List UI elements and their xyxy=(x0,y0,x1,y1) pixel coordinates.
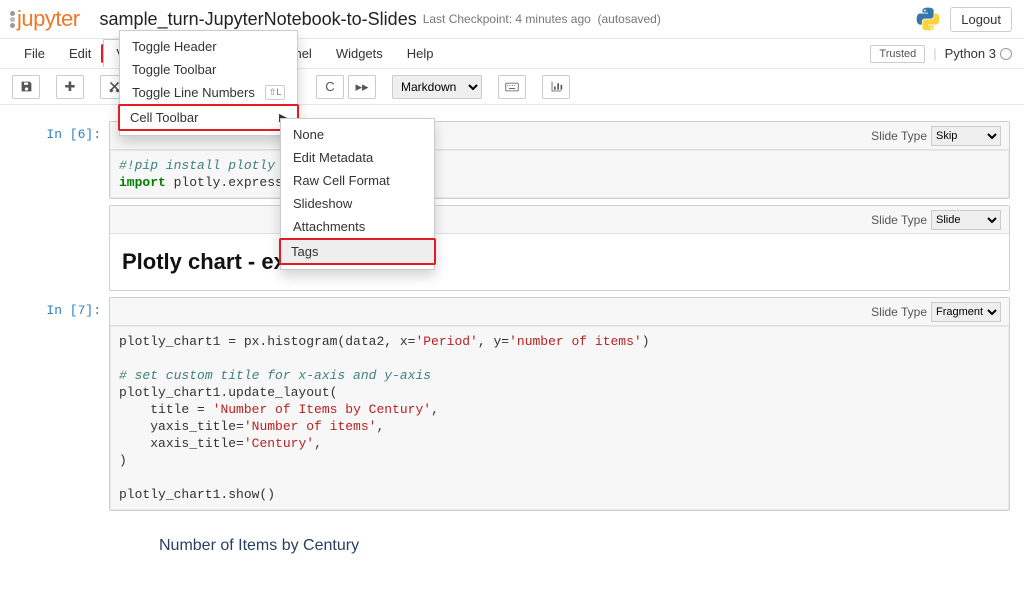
chart-icon xyxy=(550,80,563,93)
fastforward-icon: ▸▸ xyxy=(355,79,368,95)
menu-widgets[interactable]: Widgets xyxy=(324,40,395,67)
kernel-status-icon xyxy=(1000,48,1012,60)
cell-toolbar-submenu: None Edit Metadata Raw Cell Format Slide… xyxy=(280,118,435,270)
shortcut-key: ⇧L xyxy=(265,85,286,100)
trusted-badge[interactable]: Trusted xyxy=(870,45,925,63)
markdown-rendered: Plotly chart - ex xyxy=(110,234,1009,290)
logo-link[interactable]: jupyter xyxy=(5,6,90,32)
menu-toggle-toolbar[interactable]: Toggle Toolbar xyxy=(120,58,297,81)
notebook-name[interactable]: sample_turn-JupyterNotebook-to-Slides xyxy=(100,9,417,30)
jupyter-logo: jupyter xyxy=(10,6,80,32)
checkpoint-status: Last Checkpoint: 4 minutes ago (autosave… xyxy=(423,12,661,26)
plus-icon: ✚ xyxy=(65,79,76,95)
input-prompt xyxy=(14,205,109,211)
submenu-raw-cell-format[interactable]: Raw Cell Format xyxy=(281,169,434,192)
logo-text: jupyter xyxy=(17,6,80,32)
save-button[interactable] xyxy=(12,75,40,99)
chart-button[interactable] xyxy=(542,75,570,99)
slide-type-label: Slide Type xyxy=(871,305,927,319)
submenu-none[interactable]: None xyxy=(281,123,434,146)
cell-type-select[interactable]: Markdown xyxy=(392,75,482,99)
slide-type-select[interactable]: Slide xyxy=(931,210,1001,230)
code-input[interactable]: #!pip install plotlyimport plotly.expres… xyxy=(110,150,1009,198)
menu-help[interactable]: Help xyxy=(395,40,446,67)
slide-type-label: Slide Type xyxy=(871,129,927,143)
menu-toggle-line-numbers[interactable]: Toggle Line Numbers ⇧L xyxy=(120,81,297,104)
submenu-slideshow[interactable]: Slideshow xyxy=(281,192,434,215)
cell-toolbar-header: Slide Type Slide xyxy=(110,206,1009,234)
output-cell: Number of Items by Century xyxy=(14,517,1010,565)
kernel-indicator[interactable]: Python 3 xyxy=(945,46,1012,61)
menu-toggle-header[interactable]: Toggle Header xyxy=(120,35,297,58)
menu-cell-toolbar[interactable]: Cell Toolbar ▶ xyxy=(118,104,299,131)
menubar: File Edit View Insert Cell Kernel Widget… xyxy=(0,39,1024,69)
notebook-container: In [6]: Slide Type Skip #!pip install pl… xyxy=(0,105,1024,591)
heading: Plotly chart - ex xyxy=(122,249,997,275)
slide-type-select[interactable]: Skip xyxy=(931,126,1001,146)
code-input[interactable]: plotly_chart1 = px.histogram(data2, x='P… xyxy=(110,326,1009,510)
chart-title: Number of Items by Century xyxy=(109,517,1010,565)
restart-run-all-button[interactable]: ▸▸ xyxy=(348,75,376,99)
cell-toolbar-header: Slide Type Fragment xyxy=(110,298,1009,326)
code-cell[interactable]: In [7]: Slide Type Fragment plotly_chart… xyxy=(14,297,1010,511)
menu-edit[interactable]: Edit xyxy=(57,40,103,67)
command-palette-button[interactable] xyxy=(498,75,526,99)
restart-kernel-button[interactable]: C xyxy=(316,75,344,99)
save-icon xyxy=(20,80,33,93)
slide-type-label: Slide Type xyxy=(871,213,927,227)
input-prompt: In [7]: xyxy=(14,297,109,318)
slide-type-select[interactable]: Fragment xyxy=(931,302,1001,322)
view-dropdown: Toggle Header Toggle Toolbar Toggle Line… xyxy=(119,30,298,136)
logo-dots xyxy=(10,11,15,28)
keyboard-icon xyxy=(505,82,519,92)
submenu-attachments[interactable]: Attachments xyxy=(281,215,434,238)
submenu-tags[interactable]: Tags xyxy=(279,238,436,265)
submenu-edit-metadata[interactable]: Edit Metadata xyxy=(281,146,434,169)
input-prompt: In [6]: xyxy=(14,121,109,142)
logout-button[interactable]: Logout xyxy=(950,7,1012,32)
add-cell-button[interactable]: ✚ xyxy=(56,75,84,99)
markdown-cell[interactable]: Slide Type Slide Plotly chart - ex xyxy=(14,205,1010,291)
restart-icon: C xyxy=(325,79,334,94)
python-logo-icon xyxy=(914,5,942,33)
menu-file[interactable]: File xyxy=(12,40,57,67)
